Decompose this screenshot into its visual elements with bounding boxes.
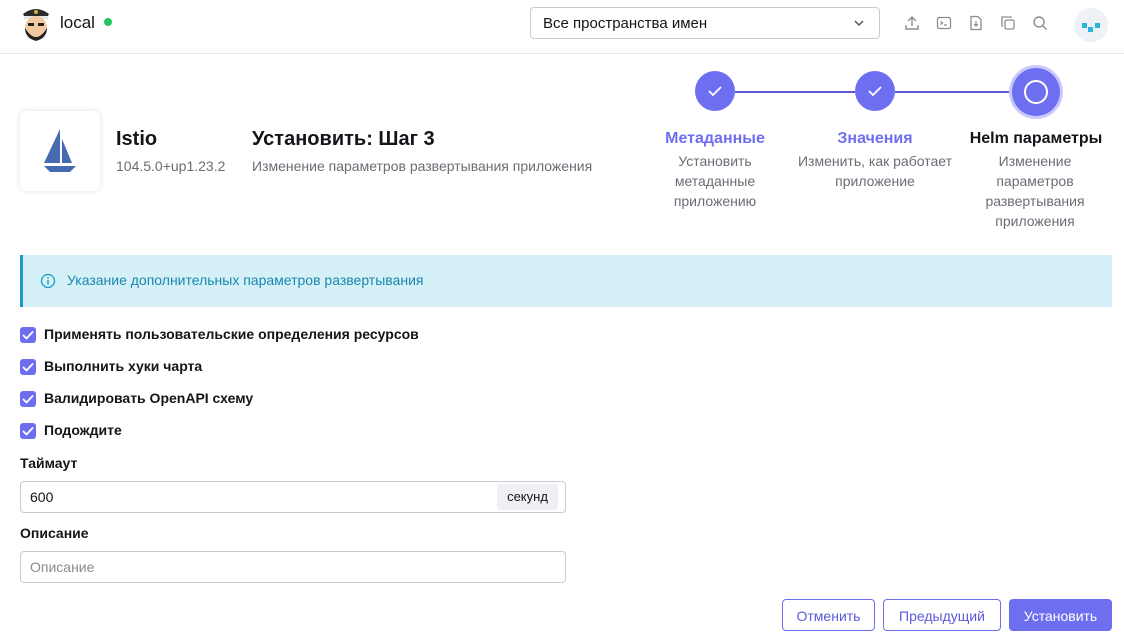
avatar-pattern-icon: [1082, 23, 1100, 32]
user-avatar[interactable]: [1074, 8, 1108, 42]
timeout-input[interactable]: [20, 481, 566, 513]
upload-icon[interactable]: [903, 14, 921, 32]
checkbox-checked[interactable]: [20, 423, 36, 439]
check-icon: [708, 86, 722, 97]
istio-sail-icon: [44, 129, 76, 172]
install-button[interactable]: Установить: [1009, 599, 1112, 631]
info-icon: [40, 273, 56, 289]
info-banner-text: Указание дополнительных параметров разве…: [67, 272, 424, 288]
step-3-indicator[interactable]: [1012, 68, 1060, 116]
stepper-connector: [895, 91, 1013, 93]
checkbox-checked[interactable]: [20, 391, 36, 407]
checkbox-checked[interactable]: [20, 359, 36, 375]
cluster-status-dot: [104, 18, 112, 26]
checkbox-label[interactable]: Подождите: [44, 422, 122, 438]
step-1-label[interactable]: Метаданные: [630, 130, 800, 148]
app-logo: [20, 111, 100, 191]
cluster-name[interactable]: local: [60, 13, 95, 33]
top-header: local Все пространства имен: [0, 0, 1124, 54]
stepper-connector: [735, 91, 855, 93]
step-3-description: Изменение параметров развертывания прило…: [985, 153, 1085, 229]
chevron-down-icon: [854, 20, 864, 27]
file-download-icon[interactable]: [967, 14, 985, 32]
step-2-label[interactable]: Значения: [790, 130, 960, 148]
description-label: Описание: [20, 525, 89, 541]
description-input[interactable]: [20, 551, 566, 583]
checkbox-checked[interactable]: [20, 327, 36, 343]
checkmark-icon: [22, 426, 34, 436]
app-version: 104.5.0+up1.23.2: [116, 158, 226, 174]
cluster-logo-icon[interactable]: [20, 4, 52, 42]
checkbox-label[interactable]: Валидировать OpenAPI схему: [44, 390, 253, 406]
step-2-description: Изменить, как работает приложение: [797, 153, 952, 189]
current-step-ring-icon: [1024, 80, 1048, 104]
page-subtitle: Изменение параметров развертывания прило…: [252, 158, 593, 174]
info-banner: Указание дополнительных параметров разве…: [20, 255, 1112, 307]
check-icon: [868, 86, 882, 97]
search-icon[interactable]: [1031, 14, 1049, 32]
checkmark-icon: [22, 330, 34, 340]
step-2-indicator[interactable]: [855, 71, 895, 111]
app-name: Istio: [116, 128, 158, 150]
cancel-button[interactable]: Отменить: [782, 599, 875, 631]
namespace-select[interactable]: Все пространства имен: [530, 7, 880, 39]
terminal-icon[interactable]: [935, 14, 953, 32]
timeout-unit-suffix: секунд: [497, 484, 558, 510]
checkbox-label[interactable]: Выполнить хуки чарта: [44, 358, 202, 374]
copy-icon[interactable]: [999, 14, 1017, 32]
step-1-description: Установить метаданные приложению: [673, 153, 757, 209]
checkbox-label[interactable]: Применять пользовательские определения р…: [44, 326, 419, 342]
namespace-select-value: Все пространства имен: [543, 15, 708, 32]
timeout-label: Таймаут: [20, 455, 78, 471]
previous-button[interactable]: Предыдущий: [883, 599, 1001, 631]
step-3-label: Helm параметры: [969, 130, 1103, 147]
checkmark-icon: [22, 362, 34, 372]
page-title: Установить: Шаг 3: [252, 128, 435, 150]
step-1-indicator[interactable]: [695, 71, 735, 111]
checkmark-icon: [22, 394, 34, 404]
